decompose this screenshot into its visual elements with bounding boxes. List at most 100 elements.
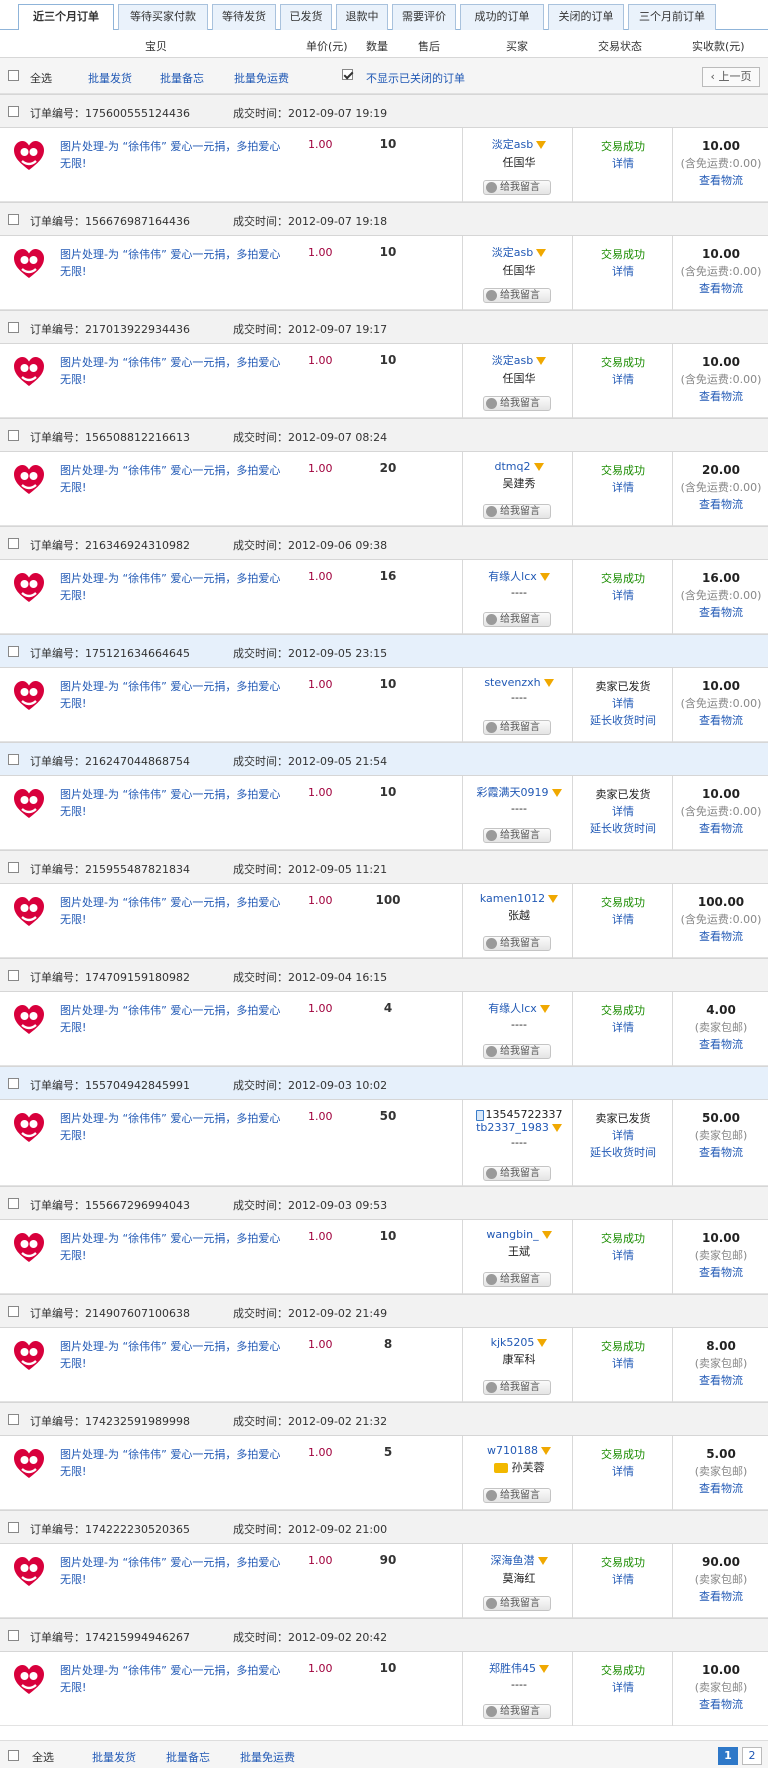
filter-icon[interactable] xyxy=(541,1231,552,1239)
buyer-name-link[interactable]: kjk5205 xyxy=(491,1336,535,1349)
details-link[interactable]: 详情 xyxy=(574,911,672,928)
buyer-name-link[interactable]: 淡定asb xyxy=(492,246,533,259)
filter-icon[interactable] xyxy=(541,1447,551,1455)
order-checkbox[interactable] xyxy=(8,1630,19,1641)
view-logistics-link[interactable]: 查看物流 xyxy=(674,1144,768,1161)
view-logistics-link[interactable]: 查看物流 xyxy=(674,604,768,621)
details-link[interactable]: 详情 xyxy=(574,587,672,604)
tab-refunding[interactable]: 退款中 xyxy=(336,4,388,30)
view-logistics-link[interactable]: 查看物流 xyxy=(674,1372,768,1389)
item-title-link[interactable]: 图片处理-为 “徐伟伟” 爱心一元捐，多拍爱心无限! xyxy=(60,354,285,388)
view-logistics-link[interactable]: 查看物流 xyxy=(674,1588,768,1605)
details-link[interactable]: 详情 xyxy=(574,1127,672,1144)
extend-receipt-link[interactable]: 延长收货时间 xyxy=(574,1144,672,1161)
tab-needs-review[interactable]: 需要评价 xyxy=(392,4,456,30)
hide-closed-checkbox[interactable] xyxy=(342,69,353,80)
details-link[interactable]: 详情 xyxy=(574,1355,672,1372)
prev-page-button[interactable]: ‹ 上一页 xyxy=(702,67,760,87)
details-link[interactable]: 详情 xyxy=(574,155,672,172)
buyer-name-link[interactable]: 有缘人lcx xyxy=(488,570,537,583)
item-title-link[interactable]: 图片处理-为 “徐伟伟” 爱心一元捐，多拍爱心无限! xyxy=(60,1110,285,1144)
chat-icon[interactable] xyxy=(493,1463,508,1473)
details-link[interactable]: 详情 xyxy=(574,695,672,712)
tab-awaiting-shipment[interactable]: 等待发货 xyxy=(212,4,276,30)
leave-message-button[interactable]: 给我留言 xyxy=(483,1704,551,1719)
order-checkbox[interactable] xyxy=(8,1078,19,1089)
buyer-name-link[interactable]: 深海鱼潜 xyxy=(491,1554,535,1567)
item-title-link[interactable]: 图片处理-为 “徐伟伟” 爱心一元捐，多拍爱心无限! xyxy=(60,786,285,820)
filter-icon[interactable] xyxy=(548,895,559,903)
filter-icon[interactable] xyxy=(536,249,547,257)
leave-message-button[interactable]: 给我留言 xyxy=(483,828,551,843)
footer-batch-free-shipping-link[interactable]: 批量免运费 xyxy=(240,1749,295,1765)
buyer-name-link[interactable]: stevenzxh xyxy=(484,676,540,689)
item-title-link[interactable]: 图片处理-为 “徐伟伟” 爱心一元捐，多拍爱心无限! xyxy=(60,1230,285,1264)
footer-batch-ship-link[interactable]: 批量发货 xyxy=(92,1749,136,1765)
tab-shipped[interactable]: 已发货 xyxy=(280,4,332,30)
leave-message-button[interactable]: 给我留言 xyxy=(483,288,551,303)
batch-ship-link[interactable]: 批量发货 xyxy=(88,70,132,86)
buyer-name-link[interactable]: 郑胜伟45 xyxy=(489,1662,536,1675)
details-link[interactable]: 详情 xyxy=(574,1463,672,1480)
filter-icon[interactable] xyxy=(537,1339,548,1347)
leave-message-button[interactable]: 给我留言 xyxy=(483,1272,551,1287)
order-checkbox[interactable] xyxy=(8,1198,19,1209)
item-title-link[interactable]: 图片处理-为 “徐伟伟” 爱心一元捐，多拍爱心无限! xyxy=(60,1446,285,1480)
details-link[interactable]: 详情 xyxy=(574,803,672,820)
view-logistics-link[interactable]: 查看物流 xyxy=(674,820,768,837)
item-title-link[interactable]: 图片处理-为 “徐伟伟” 爱心一元捐，多拍爱心无限! xyxy=(60,894,285,928)
buyer-name-link[interactable]: tb2337_1983 xyxy=(476,1121,549,1134)
tab-older-than-three-months[interactable]: 三个月前订单 xyxy=(628,4,716,30)
details-link[interactable]: 详情 xyxy=(574,1571,672,1588)
select-all-checkbox[interactable] xyxy=(8,70,19,81)
buyer-name-link[interactable]: 彩霞满天0919 xyxy=(477,786,549,799)
filter-icon[interactable] xyxy=(539,1665,549,1673)
view-logistics-link[interactable]: 查看物流 xyxy=(674,172,768,189)
leave-message-button[interactable]: 给我留言 xyxy=(483,1166,551,1181)
filter-icon[interactable] xyxy=(533,463,544,471)
page-2-button[interactable]: 2 xyxy=(742,1747,762,1765)
filter-icon[interactable] xyxy=(537,1557,548,1565)
filter-icon[interactable] xyxy=(551,789,562,797)
order-checkbox[interactable] xyxy=(8,646,19,657)
buyer-name-link[interactable]: dtmq2 xyxy=(495,460,531,473)
leave-message-button[interactable]: 给我留言 xyxy=(483,396,551,411)
tab-closed[interactable]: 关闭的订单 xyxy=(548,4,624,30)
order-checkbox[interactable] xyxy=(8,322,19,333)
details-link[interactable]: 详情 xyxy=(574,1247,672,1264)
details-link[interactable]: 详情 xyxy=(574,263,672,280)
hide-closed-label[interactable]: 不显示已关闭的订单 xyxy=(366,70,465,86)
filter-icon[interactable] xyxy=(536,141,547,149)
item-title-link[interactable]: 图片处理-为 “徐伟伟” 爱心一元捐，多拍爱心无限! xyxy=(60,1002,285,1036)
leave-message-button[interactable]: 给我留言 xyxy=(483,504,551,519)
view-logistics-link[interactable]: 查看物流 xyxy=(674,1264,768,1281)
leave-message-button[interactable]: 给我留言 xyxy=(483,936,551,951)
order-checkbox[interactable] xyxy=(8,538,19,549)
details-link[interactable]: 详情 xyxy=(574,479,672,496)
view-logistics-link[interactable]: 查看物流 xyxy=(674,388,768,405)
tab-recent-three-months[interactable]: 近三个月订单 xyxy=(18,4,114,31)
details-link[interactable]: 详情 xyxy=(574,1679,672,1696)
order-checkbox[interactable] xyxy=(8,1522,19,1533)
batch-memo-link[interactable]: 批量备忘 xyxy=(160,70,204,86)
item-title-link[interactable]: 图片处理-为 “徐伟伟” 爱心一元捐，多拍爱心无限! xyxy=(60,570,285,604)
page-1-button[interactable]: 1 xyxy=(718,1747,738,1765)
item-title-link[interactable]: 图片处理-为 “徐伟伟” 爱心一元捐，多拍爱心无限! xyxy=(60,462,285,496)
leave-message-button[interactable]: 给我留言 xyxy=(483,612,551,627)
order-checkbox[interactable] xyxy=(8,430,19,441)
order-checkbox[interactable] xyxy=(8,1414,19,1425)
buyer-name-link[interactable]: w710188 xyxy=(487,1444,538,1457)
tab-successful[interactable]: 成功的订单 xyxy=(460,4,544,30)
view-logistics-link[interactable]: 查看物流 xyxy=(674,712,768,729)
filter-icon[interactable] xyxy=(539,573,550,581)
extend-receipt-link[interactable]: 延长收货时间 xyxy=(574,820,672,837)
buyer-name-link[interactable]: 有缘人lcx xyxy=(488,1002,537,1015)
leave-message-button[interactable]: 给我留言 xyxy=(483,1488,551,1503)
view-logistics-link[interactable]: 查看物流 xyxy=(674,1036,768,1053)
buyer-name-link[interactable]: 淡定asb xyxy=(492,138,533,151)
footer-select-all-checkbox[interactable] xyxy=(8,1750,19,1761)
item-title-link[interactable]: 图片处理-为 “徐伟伟” 爱心一元捐，多拍爱心无限! xyxy=(60,1662,285,1696)
leave-message-button[interactable]: 给我留言 xyxy=(483,180,551,195)
filter-icon[interactable] xyxy=(539,1005,550,1013)
buyer-name-link[interactable]: wangbin_ xyxy=(486,1228,538,1241)
